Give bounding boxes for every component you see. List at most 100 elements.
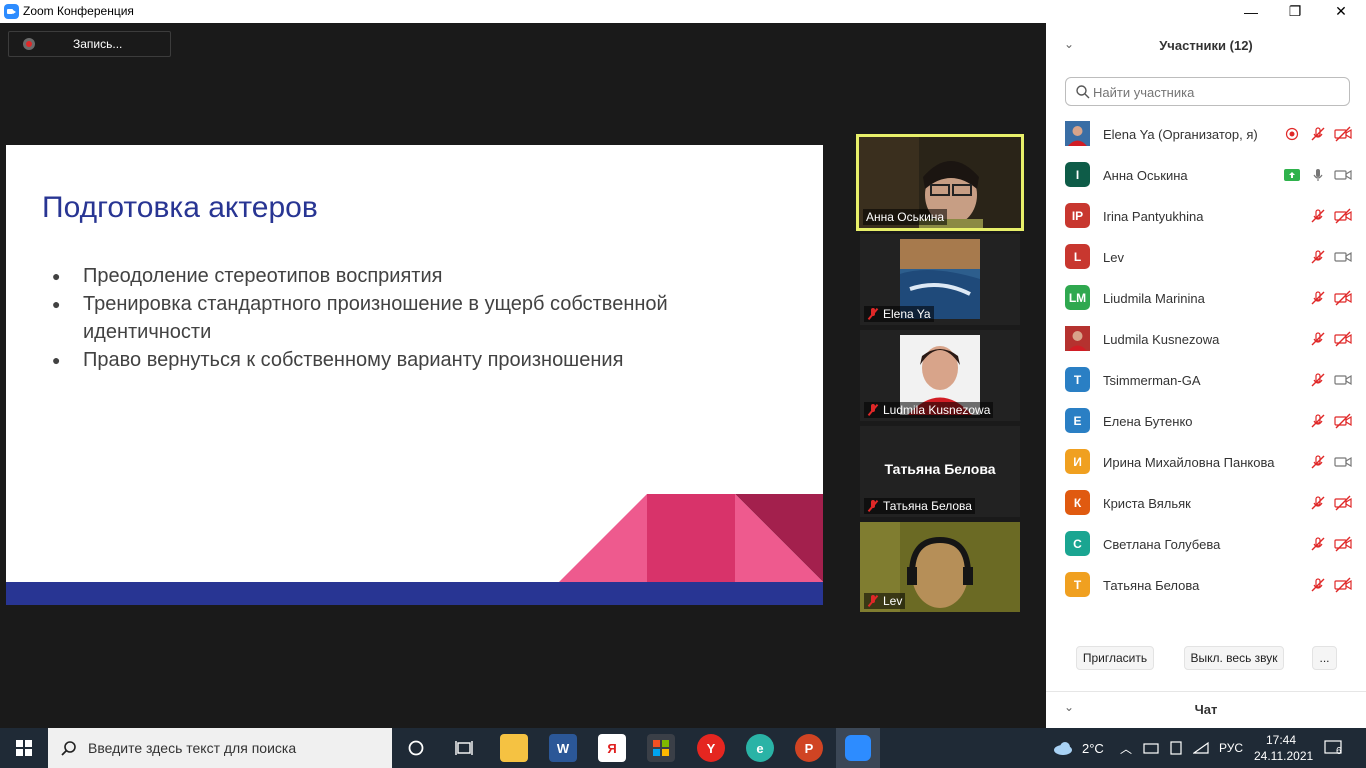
participant-row[interactable]: IP Irina Pantyukhina	[1046, 196, 1366, 237]
video-camera-off-icon[interactable]	[1333, 331, 1353, 347]
zoom-logo-icon	[4, 4, 19, 19]
file-explorer-icon[interactable]	[500, 734, 528, 762]
close-button[interactable]: ✕	[1318, 0, 1364, 23]
video-tile-name: Анна Оськина	[863, 209, 948, 225]
minimize-button[interactable]: —	[1228, 0, 1274, 23]
participant-row[interactable]: T Tsimmerman-GA	[1046, 360, 1366, 401]
video-tile-name: Ludmila Kusnezowa	[864, 402, 994, 418]
clock[interactable]: 17:44 24.11.2021	[1254, 732, 1314, 764]
display-icon[interactable]	[1168, 728, 1184, 768]
notifications-button[interactable]: 6	[1324, 728, 1346, 768]
video-tile[interactable]: Татьяна Белова Татьяна Белова	[860, 426, 1020, 517]
window-title: Zoom Конференция	[23, 4, 134, 18]
avatar: I	[1065, 162, 1090, 187]
microphone-muted-icon[interactable]	[1310, 413, 1326, 429]
participant-name: Анна Оськина	[1103, 168, 1188, 183]
language-indicator[interactable]: РУС	[1219, 728, 1243, 768]
recording-label: Запись...	[73, 37, 123, 51]
avatar	[1065, 326, 1090, 351]
microphone-muted-icon[interactable]	[1310, 372, 1326, 388]
participant-row[interactable]: E Елена Бутенко	[1046, 401, 1366, 442]
video-camera-off-icon[interactable]	[1333, 536, 1353, 552]
wifi-icon[interactable]	[1193, 728, 1209, 768]
store-icon[interactable]	[647, 734, 675, 762]
video-tile[interactable]: Lev	[860, 522, 1020, 612]
avatar: IP	[1065, 203, 1090, 228]
participant-row[interactable]: Ludmila Kusnezowa	[1046, 319, 1366, 360]
search-icon	[61, 741, 76, 756]
window-titlebar: Zoom Конференция — ❐ ✕	[0, 0, 1366, 23]
microphone-muted-icon[interactable]	[1310, 331, 1326, 347]
invite-button[interactable]: Пригласить	[1076, 646, 1154, 670]
participant-name: Irina Pantyukhina	[1103, 209, 1204, 224]
participant-row[interactable]: К Криста Вяльяк	[1046, 483, 1366, 524]
more-options-button[interactable]: ...	[1312, 646, 1337, 670]
participant-name: Lev	[1103, 250, 1124, 265]
start-button[interactable]	[0, 728, 48, 768]
participant-row[interactable]: L Lev	[1046, 237, 1366, 278]
powerpoint-icon[interactable]: P	[795, 734, 823, 762]
video-camera-off-icon[interactable]	[1333, 495, 1353, 511]
video-tile-active[interactable]: Анна Оськина	[856, 134, 1024, 231]
slide-triangle-pink	[559, 494, 647, 582]
video-camera-icon[interactable]	[1333, 372, 1353, 388]
video-camera-icon[interactable]	[1333, 167, 1353, 183]
weather-widget[interactable]: 2°C	[1052, 728, 1104, 768]
video-camera-icon[interactable]	[1333, 249, 1353, 265]
video-camera-off-icon[interactable]	[1333, 413, 1353, 429]
microphone-muted-icon[interactable]	[1310, 454, 1326, 470]
participant-row[interactable]: С Светлана Голубева	[1046, 524, 1366, 565]
clock-time: 17:44	[1265, 733, 1297, 747]
cortana-icon[interactable]	[402, 734, 430, 762]
microphone-muted-icon[interactable]	[1310, 495, 1326, 511]
yandex-browser-icon[interactable]: Y	[697, 734, 725, 762]
video-camera-off-icon[interactable]	[1333, 126, 1353, 142]
microphone-icon[interactable]	[1310, 167, 1326, 183]
video-tile[interactable]: Ludmila Kusnezowa	[860, 330, 1020, 421]
participant-row[interactable]: Т Татьяна Белова	[1046, 565, 1366, 606]
zoom-taskbar-icon[interactable]	[836, 728, 880, 768]
show-hidden-icons-icon[interactable]: ︿	[1120, 728, 1132, 768]
maximize-button[interactable]: ❐	[1272, 0, 1318, 23]
edge-icon[interactable]: e	[746, 734, 774, 762]
participant-name: Елена Бутенко	[1103, 414, 1193, 429]
task-view-icon[interactable]	[450, 734, 478, 762]
taskbar-search[interactable]: Введите здесь текст для поиска	[48, 728, 392, 768]
participant-row[interactable]: И Ирина Михайловна Панкова	[1046, 442, 1366, 483]
video-camera-icon[interactable]	[1333, 454, 1353, 470]
video-tile-name: Lev	[864, 593, 906, 609]
avatar: E	[1065, 408, 1090, 433]
video-camera-off-icon[interactable]	[1333, 208, 1353, 224]
avatar: L	[1065, 244, 1090, 269]
video-tile[interactable]: Elena Ya	[860, 234, 1020, 325]
video-camera-off-icon[interactable]	[1333, 577, 1353, 593]
search-input[interactable]	[1093, 83, 1343, 101]
mute-all-button[interactable]: Выкл. весь звук	[1184, 646, 1284, 670]
microphone-muted-icon[interactable]	[1310, 290, 1326, 306]
microphone-muted-icon[interactable]	[1310, 126, 1326, 142]
microphone-muted-icon[interactable]	[1310, 577, 1326, 593]
chat-header[interactable]: ⌄ Чат	[1046, 691, 1366, 727]
participant-row[interactable]: I Анна Оськина	[1046, 155, 1366, 196]
microphone-muted-icon[interactable]	[1310, 536, 1326, 552]
slide-footer-band	[6, 582, 823, 605]
participant-name: Elena Ya (Организатор, я)	[1103, 127, 1258, 142]
cloud-icon	[1054, 742, 1072, 755]
yandex-icon[interactable]: Я	[598, 734, 626, 762]
video-camera-off-icon[interactable]	[1333, 290, 1353, 306]
network-icon[interactable]	[1143, 728, 1159, 768]
clock-date: 24.11.2021	[1254, 749, 1314, 763]
participant-row[interactable]: Elena Ya (Организатор, я)	[1046, 114, 1366, 155]
participant-search[interactable]	[1065, 77, 1350, 106]
microphone-muted-icon[interactable]	[1310, 208, 1326, 224]
word-icon[interactable]: W	[549, 734, 577, 762]
search-icon	[1076, 85, 1090, 99]
microphone-muted-icon[interactable]	[1310, 249, 1326, 265]
participant-row[interactable]: LM Liudmila Marinina	[1046, 278, 1366, 319]
recording-icon	[1285, 127, 1299, 141]
record-icon	[23, 38, 35, 50]
slide-square-magenta	[647, 494, 735, 582]
avatar: К	[1065, 490, 1090, 515]
recording-indicator[interactable]: Запись...	[8, 31, 171, 57]
mic-muted-icon	[867, 595, 879, 607]
